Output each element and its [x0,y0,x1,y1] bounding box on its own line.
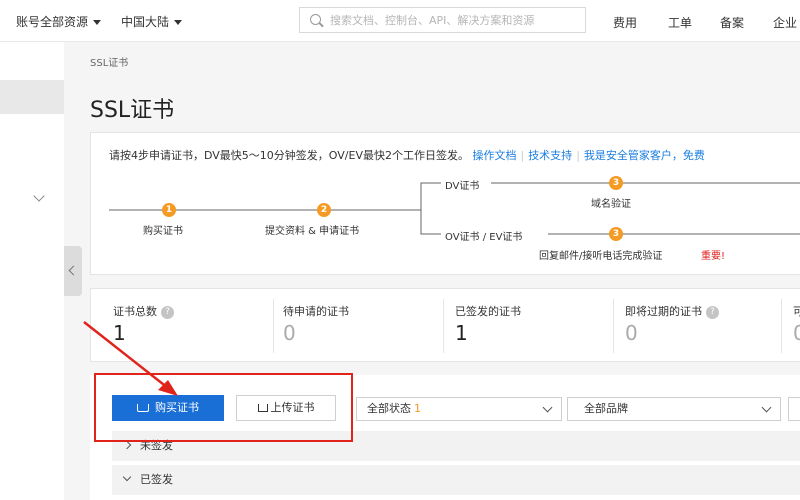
chevron-down-icon [761,402,772,413]
global-search[interactable] [299,7,586,33]
stat-label: 可 [793,305,800,318]
page-title: SSL证书 [90,98,175,123]
help-icon[interactable]: ? [706,305,719,319]
nav-icp[interactable]: 备案 [720,14,744,31]
stat-value: 1 [113,321,126,345]
nav-billing[interactable]: 费用 [613,14,637,31]
stat-label: 已签发的证书 [455,305,521,318]
caret-down-icon [93,20,102,25]
step-3-dv-number: 3 [609,176,623,190]
group-label: 已签发 [140,473,173,486]
nav-tickets[interactable]: 工单 [668,14,692,31]
branch-ov-label: OV证书 / EV证书 [445,232,523,243]
step-2-label: 提交资料 & 申请证书 [265,226,360,237]
help-icon[interactable]: ? [161,305,174,319]
step-1-label: 购买证书 [143,226,183,237]
search-input[interactable] [330,11,580,29]
stat-value: 0 [625,321,638,345]
left-sidebar [0,42,64,500]
status-count-badge: 1 [414,402,421,415]
stat-label: 即将过期的证书? [625,303,719,319]
branch-dv-label: DV证书 [445,181,480,192]
step-3-ov-warning: 重要! [701,251,726,262]
stat-divider [613,299,614,353]
breadcrumb[interactable]: SSL证书 [90,54,128,69]
stat-value: 1 [455,321,468,345]
stat-value: 0 [283,321,296,345]
application-steps-panel: 请按4步申请证书，DV最快5～10分钟签发，OV/EV最快2个工作日签发。 操作… [90,132,800,275]
stat-label: 待申请的证书 [283,305,349,318]
certificate-stats-panel: 证书总数? 1 待申请的证书 0 已签发的证书 1 即将过期的证书? 0 可 0 [90,288,800,362]
flow-branch-ov [420,210,441,235]
step-1-number: 1 [162,203,176,217]
status-filter-value: 全部状态 [367,402,411,415]
stat-value: 0 [793,321,800,345]
extra-filter-select[interactable] [788,397,800,421]
chevron-left-icon [68,265,79,276]
chevron-down-icon [542,402,553,413]
resource-scope-dropdown[interactable]: 账号全部资源 [16,13,102,30]
brand-filter-value: 全部品牌 [584,402,628,415]
step-3-dv-label: 域名验证 [591,199,631,210]
brand-filter-select[interactable]: 全部品牌 [567,397,781,421]
chevron-down-icon [122,472,132,482]
stat-divider [443,299,444,353]
stat-divider [781,299,782,353]
sidebar-active-item[interactable] [0,80,64,114]
caret-down-icon [174,20,183,25]
group-issued[interactable]: 已签发 [112,465,800,495]
resource-scope-label: 账号全部资源 [16,15,89,29]
nav-enterprise[interactable]: 企业 [773,14,797,31]
search-icon [310,14,321,25]
region-dropdown[interactable]: 中国大陆 [121,13,183,30]
stat-divider [273,299,274,353]
step-2-number: 2 [317,203,331,217]
stat-label: 证书总数? [113,303,174,319]
application-flow-diagram [109,182,800,235]
stat-label-text: 证书总数 [113,305,157,318]
step-3-ov-label: 回复邮件/接听电话完成验证 [539,251,663,262]
step-3-ov-number: 3 [609,227,623,241]
chevron-down-icon[interactable] [33,190,45,202]
flow-branch-dv [420,182,441,210]
chevron-right-icon [122,440,132,450]
status-filter-select[interactable]: 全部状态 1 [356,397,562,421]
top-bar: 账号全部资源 中国大陆 费用 工单 备案 企业 [0,0,800,42]
stat-label-text: 即将过期的证书 [625,305,702,318]
region-label: 中国大陆 [121,15,170,29]
annotation-highlight-box [94,373,353,442]
sidebar-collapse-toggle[interactable] [64,246,82,296]
